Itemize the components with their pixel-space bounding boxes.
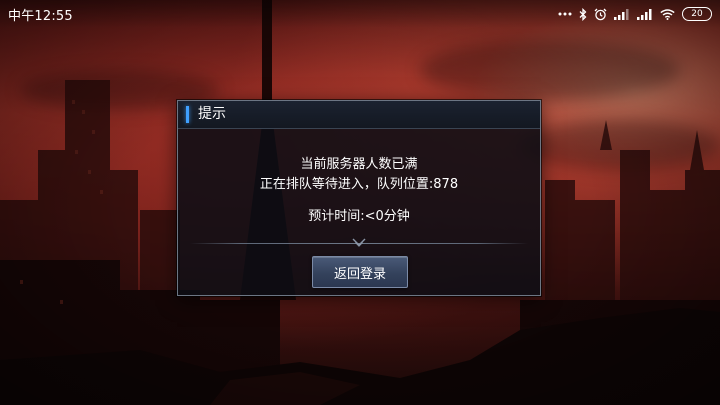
header-accent-bar: [186, 106, 189, 123]
more-dots-icon: [558, 7, 572, 21]
dialog-title: 提示: [198, 106, 226, 122]
signal-icon-1: [614, 7, 630, 21]
status-time: 中午12:55: [8, 8, 73, 24]
dialog-message: 当前服务器人数已满 正在排队等待进入，队列位置:878 预计时间:<0分钟: [178, 155, 540, 227]
server-full-text: 当前服务器人数已满: [300, 157, 418, 172]
alarm-icon: [594, 7, 607, 21]
queue-position-text: 正在排队等待进入，队列位置:878: [259, 177, 459, 192]
battery-icon: 20: [682, 7, 712, 21]
dialog-header: 提示: [178, 101, 540, 129]
back-to-login-button[interactable]: 返回登录: [312, 256, 408, 288]
queue-dialog: 提示 当前服务器人数已满 正在排队等待进入，队列位置:878 预计时间:<0分钟…: [177, 100, 541, 296]
signal-icon-2: [637, 7, 653, 21]
bluetooth-icon: [579, 7, 587, 21]
status-bar: 中午12:55 20: [0, 0, 720, 28]
chevron-down-icon: [352, 238, 366, 247]
wifi-icon: [660, 7, 675, 21]
estimated-time-text: 预计时间:<0分钟: [308, 209, 410, 224]
